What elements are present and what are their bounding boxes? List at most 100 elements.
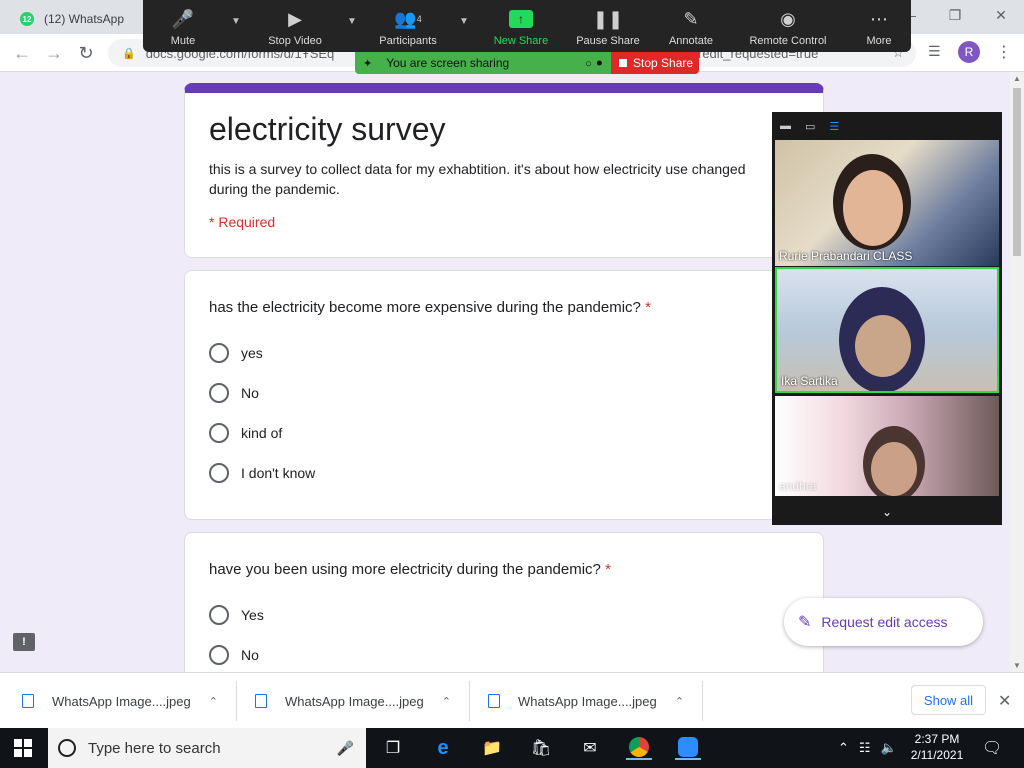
radio-option[interactable]: kind of [209,423,282,443]
report-feedback-icon[interactable]: ! [13,633,35,651]
show-all-button[interactable]: Show all [911,685,986,715]
download-divider [236,681,237,721]
mouse-icon: ◉ [780,8,796,29]
radio-option[interactable]: No [209,645,259,665]
mute-button[interactable]: 🎤 Mute [165,0,201,52]
remote-control-button[interactable]: ◉ Remote Control [743,0,833,52]
pause-share-button[interactable]: ❚❚ Pause Share [575,0,641,52]
participants-options-chevron-icon[interactable]: ▼ [459,16,469,27]
zoom-video-panel: ▬ ▭ ☰ Rurie Prabandari CLASS Ika Sartika… [772,112,1002,525]
zoom-app-icon[interactable] [675,736,701,760]
option-label: yes [241,345,263,361]
page-scrollbar[interactable]: ▲ ▼ [1010,72,1024,672]
file-explorer-icon[interactable]: 📁 [479,736,505,760]
more-label: More [866,35,892,47]
chevron-down-icon[interactable]: ⌄ [772,505,1002,519]
radio-option[interactable]: Yes [209,605,264,625]
mail-icon[interactable]: ✉ [577,736,603,760]
mute-label: Mute [170,35,196,47]
required-note: * Required [209,214,276,230]
radio-option[interactable]: yes [209,343,263,363]
radio-button-icon[interactable] [209,645,229,665]
restore-icon[interactable]: ❐ [932,0,978,30]
scroll-down-icon[interactable]: ▼ [1013,661,1021,670]
more-button[interactable]: ⋯ More [861,0,897,52]
back-icon[interactable]: ← [10,42,34,64]
search-icon [58,739,76,757]
taskbar-search-box[interactable]: Type here to search 🎤 [48,728,366,768]
participants-button[interactable]: 👥 4 Participants [375,0,441,52]
participant-video-tile[interactable]: Ika Sartika [775,267,999,393]
new-share-button[interactable]: ↑ New Share [491,0,551,52]
minimize-video-icon[interactable]: ▬ [780,120,791,132]
radio-button-icon[interactable] [209,463,229,483]
video-options-chevron-icon[interactable]: ▼ [347,16,357,27]
request-edit-access-button[interactable]: ✎ Request edit access [784,598,983,646]
chevron-up-icon[interactable]: ⌃ [209,695,218,708]
microsoft-store-icon[interactable]: 🛍 [528,736,554,760]
forward-icon[interactable]: → [42,42,66,64]
profile-avatar[interactable]: R [958,41,980,63]
volume-icon[interactable]: 🔈 [881,740,897,756]
windows-start-icon[interactable] [14,739,32,757]
downloads-bar: WhatsApp Image....jpeg ⌃ WhatsApp Image.… [0,672,1024,728]
browser-menu-icon[interactable]: ⋮ [996,42,1012,62]
lock-icon: 🔒 [122,47,136,60]
participant-name: Ika Sartika [781,374,838,388]
zoom-meeting-toolbar: 🎤 Mute ▼ ▶ Stop Video ▼ 👥 4 Participants … [143,0,911,52]
radio-button-icon[interactable] [209,343,229,363]
stop-video-button[interactable]: ▶ Stop Video [263,0,327,52]
screen-sharing-banner[interactable]: ✦ You are screen sharing ○ ⚫ [355,52,612,74]
radio-option[interactable]: I don't know [209,463,315,483]
scroll-up-icon[interactable]: ▲ [1013,74,1021,83]
required-asterisk: * [605,561,611,578]
edge-browser-icon[interactable]: e [430,736,456,760]
close-icon[interactable]: ✕ [978,0,1024,30]
windows-taskbar: Type here to search 🎤 ❐ e 📁 🛍 ✉ ⌃ ☷ 🔈 2:… [0,728,1024,768]
scrollbar-thumb[interactable] [1013,88,1021,256]
download-filename: WhatsApp Image....jpeg [285,693,424,709]
chevron-up-icon[interactable]: ⌃ [442,695,451,708]
chevron-up-icon[interactable]: ⌃ [675,695,684,708]
option-label: No [241,647,259,663]
radio-option[interactable]: No [209,383,259,403]
chrome-icon[interactable] [626,736,652,760]
radio-button-icon[interactable] [209,605,229,625]
option-label: Yes [241,607,264,623]
download-item[interactable]: WhatsApp Image....jpeg ⌃ [22,673,218,729]
form-description: this is a survey to collect data for my … [209,161,746,197]
download-item[interactable]: WhatsApp Image....jpeg ⌃ [255,673,451,729]
participant-video-tile[interactable]: Rurie Prabandari CLASS [775,140,999,266]
new-share-label: New Share [493,35,549,47]
participant-name: andhra [779,479,817,493]
radio-button-icon[interactable] [209,423,229,443]
option-label: I don't know [241,465,316,481]
pause-icon: ❚❚ [592,8,624,29]
network-icon[interactable]: ☷ [859,740,871,756]
question-title: have you been using more electricity dur… [209,561,611,578]
radio-button-icon[interactable] [209,383,229,403]
close-icon[interactable]: ✕ [998,691,1011,711]
action-center-icon[interactable]: 🗨 [982,738,1002,758]
stop-video-label: Stop Video [268,35,322,47]
download-divider [702,681,703,721]
task-view-icon[interactable]: ❐ [380,736,406,760]
microphone-icon[interactable]: 🎤 [337,740,354,757]
taskbar-clock[interactable]: 2:37 PM 2/11/2021 [902,731,972,763]
audio-options-chevron-icon[interactable]: ▼ [231,16,241,27]
media-controls-icon[interactable]: ☰ [928,43,941,60]
participant-face [871,442,917,496]
participant-video-tile[interactable]: andhra [775,396,999,496]
show-hidden-icons-chevron-icon[interactable]: ⌃ [838,740,849,756]
stop-share-label: Stop Share [633,56,694,70]
tab-whatsapp[interactable]: 12 (12) WhatsApp [8,4,158,34]
gallery-view-icon[interactable]: ☰ [829,120,839,133]
stop-icon [619,59,627,67]
tab-title: (12) WhatsApp [44,12,125,26]
annotate-button[interactable]: ✎ Annotate [665,0,717,52]
thumbnail-view-icon[interactable]: ▭ [805,120,815,133]
remote-control-label: Remote Control [749,35,827,47]
stop-share-button[interactable]: Stop Share [611,52,699,74]
download-item[interactable]: WhatsApp Image....jpeg ⌃ [488,673,684,729]
reload-icon[interactable]: ↻ [74,42,98,64]
